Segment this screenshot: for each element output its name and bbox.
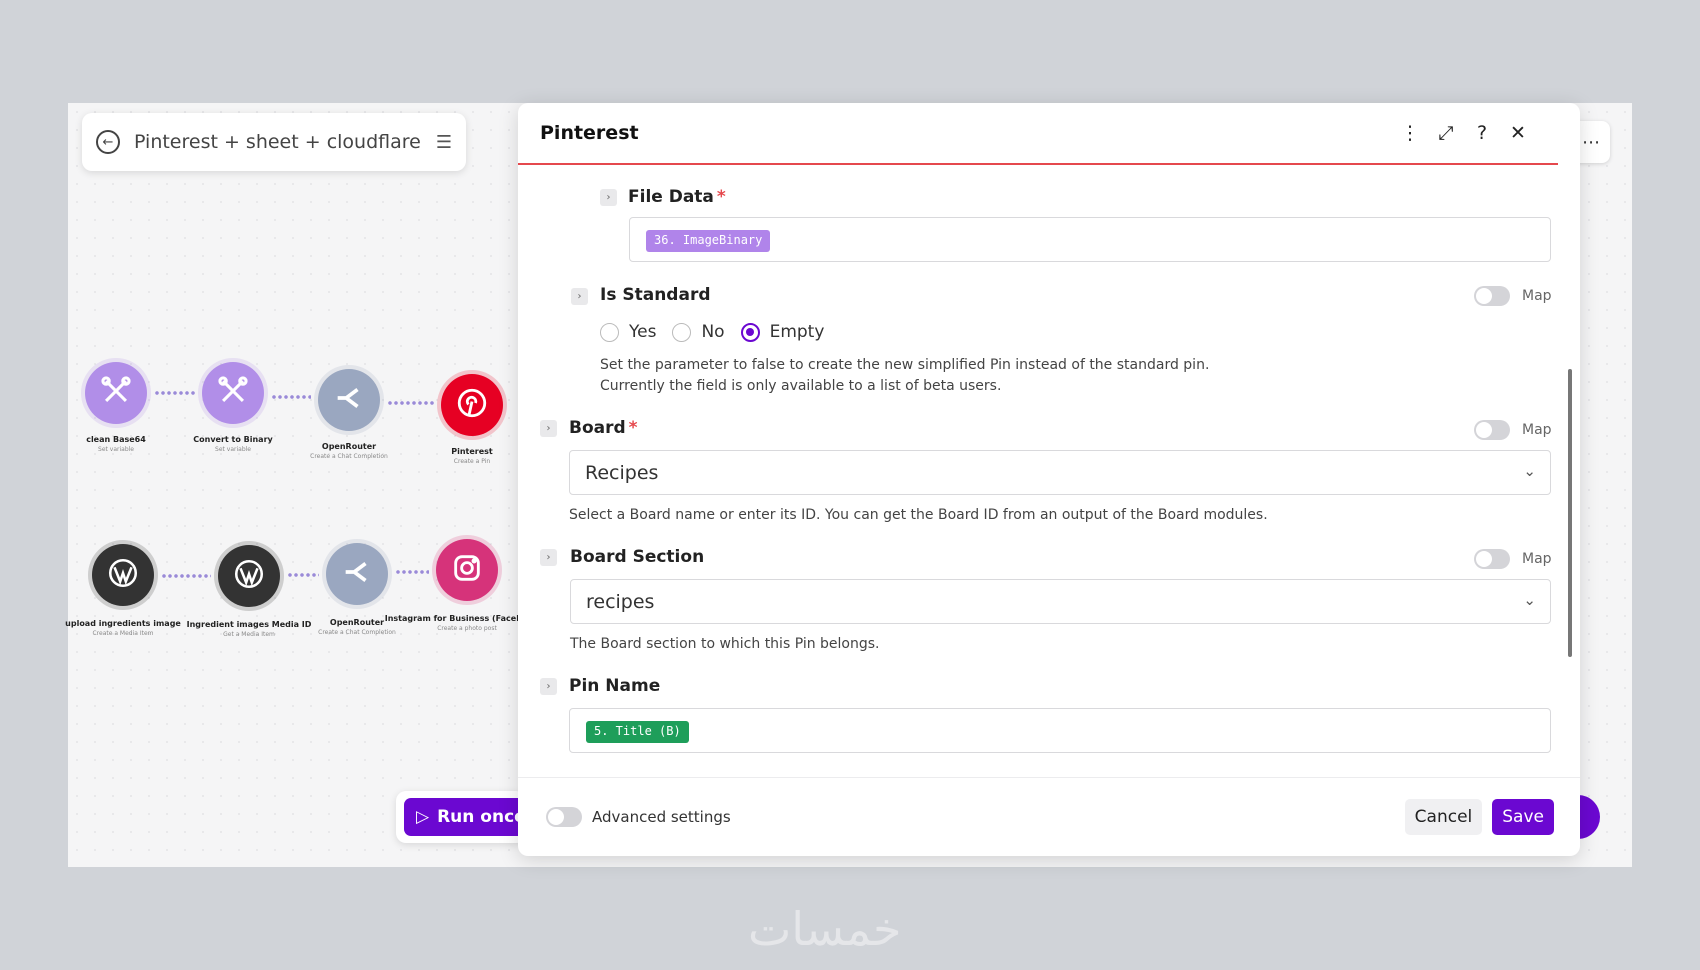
module-node-instagram[interactable]	[436, 539, 498, 601]
board-section-select[interactable]: recipes ⌄	[570, 579, 1551, 624]
module-settings-dialog: Pinterest ⋮ ⤢ ? ✕ › File Data * 36. Image…	[518, 103, 1580, 856]
is-standard-label: Is Standard	[600, 285, 711, 305]
tools-icon	[99, 374, 133, 412]
dialog-footer: Advanced settings Cancel Save	[518, 777, 1580, 856]
wordpress-icon	[106, 556, 140, 594]
back-arrow-icon[interactable]: ←	[96, 130, 120, 154]
expand-toggle-icon[interactable]: ›	[540, 420, 557, 437]
module-node-tools[interactable]	[202, 362, 264, 424]
radio-empty[interactable]: Empty	[740, 322, 824, 342]
board-value: Recipes	[585, 462, 659, 484]
mapped-token[interactable]: 36. ImageBinary	[646, 230, 771, 252]
module-node-openrouter[interactable]	[326, 543, 388, 605]
module-node-tools[interactable]	[85, 362, 147, 424]
radio-yes[interactable]: Yes	[600, 322, 656, 342]
toggle-switch[interactable]	[1474, 286, 1510, 306]
openrouter-icon	[340, 555, 374, 593]
module-node-openrouter[interactable]	[318, 369, 380, 431]
board-label: Board *	[569, 418, 638, 438]
module-label: clean Base64	[86, 435, 146, 444]
module-node-wordpress[interactable]	[92, 544, 154, 606]
toggle-switch[interactable]	[1474, 420, 1510, 440]
map-label: Map	[1522, 288, 1552, 304]
pin-name-label: Pin Name	[569, 676, 661, 696]
board-select[interactable]: Recipes ⌄	[569, 450, 1551, 495]
expand-toggle-icon[interactable]: ›	[571, 288, 588, 305]
expand-toggle-icon[interactable]: ›	[540, 678, 557, 695]
tools-icon	[216, 374, 250, 412]
connection-line[interactable]	[161, 573, 211, 578]
module-label: Ingredient images Media ID	[186, 620, 312, 629]
module-action: Create a Media Item	[92, 630, 154, 637]
expand-toggle-icon[interactable]: ›	[540, 549, 557, 566]
module-label: OpenRouter	[321, 442, 377, 451]
module-label: OpenRouter	[329, 618, 385, 627]
advanced-settings-toggle[interactable]	[546, 807, 582, 827]
board-help: Select a Board name or enter its ID. You…	[569, 507, 1268, 523]
connection-line[interactable]	[154, 391, 195, 395]
dialog-body[interactable]: › File Data * 36. ImageBinary › Is Standa…	[518, 167, 1558, 777]
board-section-help: The Board section to which this Pin belo…	[570, 636, 880, 652]
board-map-toggle[interactable]: Map	[1474, 420, 1552, 440]
chevron-down-icon: ⌄	[1523, 591, 1536, 609]
is-standard-help: Set the parameter to false to create the…	[600, 357, 1210, 394]
toggle-switch[interactable]	[1474, 549, 1510, 569]
instagram-icon	[450, 551, 484, 589]
pinterest-icon	[455, 386, 489, 424]
dialog-title: Pinterest	[540, 122, 639, 144]
module-action: Create a photo post	[437, 625, 497, 632]
run-once-panel: ▷ Run once	[396, 791, 532, 843]
advanced-settings-label: Advanced settings	[592, 808, 731, 826]
cancel-button[interactable]: Cancel	[1404, 799, 1483, 835]
save-button[interactable]: Save	[1492, 799, 1554, 835]
connection-line[interactable]	[395, 570, 429, 574]
chevron-down-icon: ⌄	[1523, 462, 1536, 480]
connection-line[interactable]	[271, 394, 311, 399]
module-action: Create a Pin	[453, 458, 491, 465]
board-section-value: recipes	[586, 591, 655, 613]
run-once-button[interactable]: ▷ Run once	[404, 798, 532, 836]
map-label: Map	[1522, 551, 1552, 567]
settings-sliders-icon[interactable]: ☰	[436, 132, 452, 153]
module-node-wordpress[interactable]	[218, 545, 280, 607]
kebab-menu-icon[interactable]: ⋮	[1392, 122, 1428, 144]
expand-toggle-icon[interactable]: ›	[600, 189, 617, 206]
module-action: Set variable	[98, 446, 134, 453]
play-icon: ▷	[416, 807, 430, 827]
module-node-pinterest[interactable]	[441, 374, 503, 436]
help-icon[interactable]: ?	[1464, 122, 1500, 144]
watermark: خمسات	[748, 902, 902, 956]
run-once-label: Run once	[437, 807, 526, 827]
collapse-icon[interactable]: ⤢	[1428, 122, 1464, 144]
pin-name-input[interactable]: 5. Title (B)	[569, 708, 1551, 753]
module-label: Convert to Binary	[193, 435, 273, 444]
close-icon[interactable]: ✕	[1500, 122, 1536, 144]
connection-line[interactable]	[387, 400, 434, 405]
wordpress-icon	[232, 557, 266, 595]
module-action: Create a Chat Completion	[310, 453, 388, 460]
dialog-header: Pinterest ⋮ ⤢ ? ✕	[518, 103, 1558, 165]
module-action: Get a Media Item	[223, 631, 275, 638]
scenario-header: ← Pinterest + sheet + cloudflare ☰	[82, 113, 466, 171]
module-label: upload ingredients image	[65, 619, 181, 628]
module-label: Pinterest	[451, 447, 493, 456]
module-action: Set variable	[215, 446, 251, 453]
connection-line[interactable]	[287, 573, 319, 577]
module-action: Create a Chat Completion	[318, 629, 396, 636]
openrouter-icon	[332, 381, 366, 419]
is-standard-map-toggle[interactable]: Map	[1474, 286, 1552, 306]
advanced-settings: Advanced settings	[546, 807, 1405, 827]
file-data-input[interactable]: 36. ImageBinary	[629, 217, 1551, 262]
dialog-scrollbar[interactable]	[1568, 369, 1572, 657]
mapped-token[interactable]: 5. Title (B)	[586, 721, 689, 743]
is-standard-radio-group: Yes No Empty	[600, 322, 824, 342]
scenario-title[interactable]: Pinterest + sheet + cloudflare	[134, 131, 436, 153]
map-label: Map	[1522, 422, 1552, 438]
board-section-label: Board Section	[570, 547, 705, 567]
radio-no[interactable]: No	[672, 322, 725, 342]
file-data-label: File Data *	[628, 187, 726, 207]
board-section-map-toggle[interactable]: Map	[1474, 549, 1552, 569]
